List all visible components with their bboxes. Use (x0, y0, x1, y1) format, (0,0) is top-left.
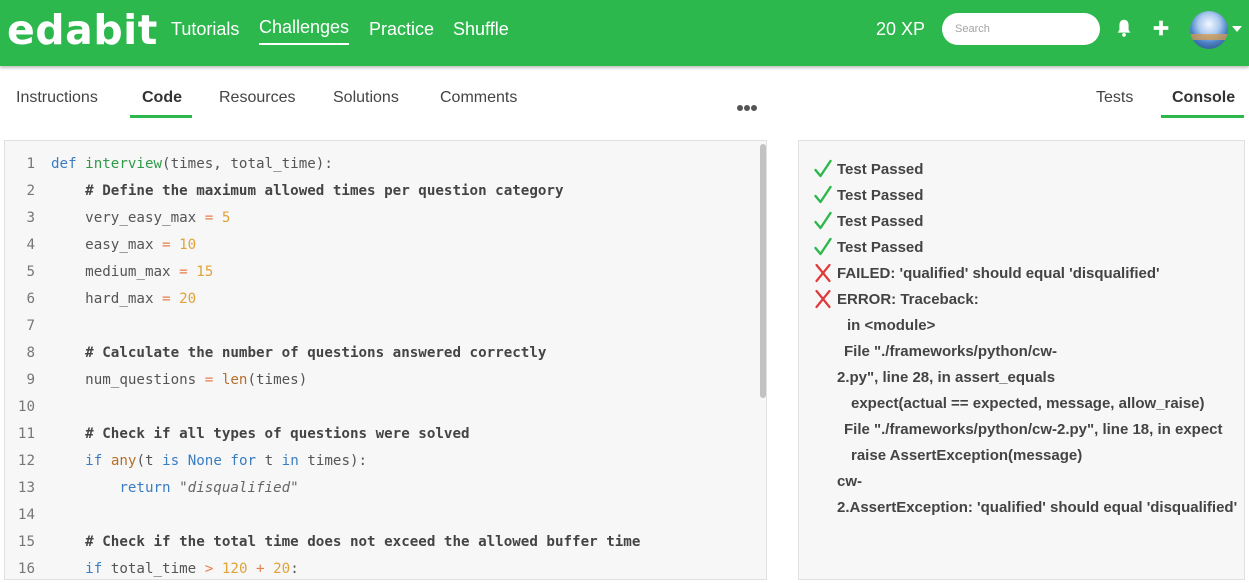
xp-counter: 20 XP (876, 19, 926, 39)
nav-tutorials[interactable]: Tutorials (171, 19, 239, 40)
traceback-line: cw- (837, 473, 863, 490)
code-text[interactable]: hard_max = 20 (51, 286, 196, 313)
code-text[interactable]: # Check if the total time does not excee… (51, 529, 640, 556)
code-text[interactable]: if any(t is None for t in times): (51, 448, 367, 475)
check-icon (814, 237, 832, 256)
code-editor[interactable]: 1 def interview(times, total_time): 2 # De… (4, 140, 767, 580)
code-text[interactable]: medium_max = 15 (51, 259, 213, 286)
plus-icon[interactable] (1150, 17, 1172, 39)
avatar[interactable] (1190, 11, 1228, 49)
tab-tests[interactable]: Tests (1096, 89, 1133, 116)
traceback-line: 2.py", line 28, in assert_equals (837, 369, 1056, 386)
code-line[interactable]: 6 hard_max = 20 (5, 286, 755, 313)
code-line[interactable]: 16 if total_time > 120 + 20: (5, 556, 755, 579)
code-line[interactable]: 12 if any(t is None for t in times): (5, 448, 755, 475)
tab-resources[interactable]: Resources (219, 89, 295, 116)
check-icon (814, 159, 832, 178)
test-failed-message: FAILED: 'qualified' should equal 'disqua… (837, 265, 1160, 282)
test-passed-message: Test Passed (837, 239, 924, 256)
code-line[interactable]: 3 very_easy_max = 5 (5, 205, 755, 232)
tab-instructions[interactable]: Instructions (16, 89, 98, 116)
console-panel: Test Passed Test Passed Test Passed Test Pa… (798, 140, 1245, 580)
line-number: 1 (26, 156, 35, 172)
cross-icon (815, 289, 831, 309)
cross-icon (815, 263, 831, 283)
test-passed-message: Test Passed (837, 161, 924, 178)
nav-practice[interactable]: Practice (369, 19, 434, 40)
traceback-line: File "./frameworks/python/cw- (844, 343, 1057, 360)
traceback-line: in <module> (847, 317, 936, 334)
line-number: 14 (17, 507, 35, 523)
code-line[interactable]: 10 (5, 394, 755, 421)
line-number: 16 (17, 561, 35, 577)
line-number: 13 (17, 480, 35, 496)
traceback-line: File "./frameworks/python/cw-2.py", line… (844, 421, 1223, 438)
tab-code-underline (130, 115, 192, 118)
code-line[interactable]: 9 num_questions = len(times) (5, 367, 755, 394)
tab-console-underline (1161, 115, 1244, 118)
code-text[interactable]: # Define the maximum allowed times per q… (51, 178, 563, 205)
line-number: 2 (26, 183, 35, 199)
code-line[interactable]: 11 # Check if all types of questions wer… (5, 421, 755, 448)
ellipsis-icon[interactable] (737, 98, 758, 116)
test-failed-message: ERROR: Traceback: (837, 291, 979, 308)
code-text[interactable]: num_questions = len(times) (51, 367, 307, 394)
bell-icon[interactable] (1113, 17, 1135, 39)
code-text[interactable]: # Calculate the number of questions answ… (51, 340, 546, 367)
code-text[interactable]: return "disqualified" (51, 475, 298, 502)
line-number: 7 (26, 318, 35, 334)
traceback-line: 2.AssertException: 'qualified' should eq… (837, 499, 1238, 516)
line-number: 10 (17, 399, 35, 415)
code-line[interactable]: 14 (5, 502, 755, 529)
code-line[interactable]: 4 easy_max = 10 (5, 232, 755, 259)
line-number: 5 (26, 264, 35, 280)
check-icon (814, 185, 832, 204)
code-line[interactable]: 5 medium_max = 15 (5, 259, 755, 286)
edabit-logo[interactable]: edabit (7, 6, 158, 54)
tab-comments[interactable]: Comments (440, 89, 517, 116)
code-line[interactable]: 7 (5, 313, 755, 340)
code-text[interactable]: easy_max = 10 (51, 232, 196, 259)
code-line[interactable]: 13 return "disqualified" (5, 475, 755, 502)
line-number: 6 (26, 291, 35, 307)
chevron-down-icon[interactable] (1232, 26, 1242, 32)
code-text[interactable]: very_easy_max = 5 (51, 205, 230, 232)
check-icon (814, 211, 832, 230)
test-passed-message: Test Passed (837, 187, 924, 204)
tab-solutions[interactable]: Solutions (333, 89, 399, 116)
line-number: 3 (26, 210, 35, 226)
line-number: 4 (26, 237, 35, 253)
top-nav-bar: edabit Tutorials Challenges Practice Shu… (0, 0, 1249, 66)
line-number: 11 (17, 426, 35, 442)
line-number: 8 (26, 345, 35, 361)
code-text[interactable]: if total_time > 120 + 20: (51, 556, 299, 579)
tab-code[interactable]: Code (142, 89, 182, 116)
code-line[interactable]: 2 # Define the maximum allowed times per… (5, 178, 755, 205)
line-number: 15 (17, 534, 35, 550)
editor-scrollbar[interactable] (760, 144, 766, 398)
nav-shuffle[interactable]: Shuffle (453, 19, 509, 40)
test-passed-message: Test Passed (837, 213, 924, 230)
nav-challenges[interactable]: Challenges (259, 17, 350, 45)
search-input[interactable] (942, 13, 1100, 45)
code-line[interactable]: 15 # Check if the total time does not ex… (5, 529, 755, 556)
line-number: 9 (26, 372, 35, 388)
code-text[interactable]: # Check if all types of questions were s… (51, 421, 469, 448)
traceback-line: expect(actual == expected, message, allo… (851, 395, 1205, 412)
tab-console[interactable]: Console (1172, 89, 1235, 116)
code-line[interactable]: 8 # Calculate the number of questions an… (5, 340, 755, 367)
code-text[interactable]: def interview(times, total_time): (51, 151, 333, 178)
traceback-line: raise AssertException(message) (851, 447, 1083, 464)
code-line[interactable]: 1 def interview(times, total_time): (5, 151, 755, 178)
line-number: 12 (17, 453, 35, 469)
